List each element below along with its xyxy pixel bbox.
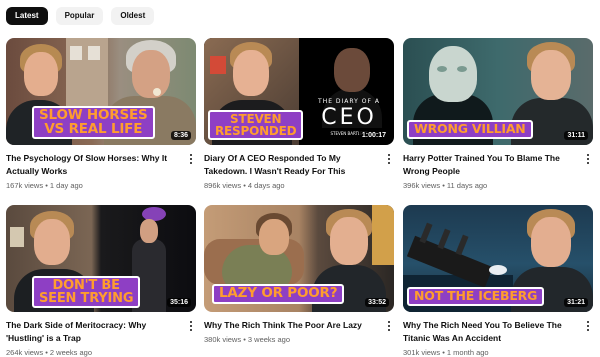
- video-thumbnail[interactable]: SLOW HORSES vs REAL LIFE 8:36: [6, 38, 196, 145]
- video-stats: 264k views • 2 weeks ago: [6, 348, 93, 357]
- sort-filter-chips: Latest Popular Oldest: [6, 7, 155, 25]
- video-card[interactable]: SLOW HORSES vs REAL LIFE 8:36 The Psycho…: [6, 38, 196, 190]
- chip-latest[interactable]: Latest: [6, 7, 48, 25]
- video-thumbnail[interactable]: NOT THE ICEBERG 31:21: [403, 205, 593, 312]
- thumbnail-caption: NOT THE ICEBERG: [407, 287, 545, 306]
- more-options-icon[interactable]: [583, 152, 593, 166]
- video-stats: 396k views • 11 days ago: [403, 181, 488, 190]
- video-title[interactable]: Why The Rich Need You To Believe The Tit…: [403, 319, 577, 345]
- video-stats: 896k views • 4 days ago: [204, 181, 285, 190]
- video-title[interactable]: The Dark Side of Meritocracy: Why 'Hustl…: [6, 319, 180, 345]
- video-duration: 33:52: [365, 298, 389, 307]
- video-duration: 1:00:17: [358, 131, 389, 140]
- video-card[interactable]: LAZY OR POOR? 33:52 Why The Rich Think T…: [204, 205, 394, 344]
- video-stats: 301k views • 1 month ago: [403, 348, 489, 357]
- video-thumbnail[interactable]: WRONG VILLIAN 31:11: [403, 38, 593, 145]
- video-title[interactable]: Harry Potter Trained You To Blame The Wr…: [403, 152, 577, 178]
- thumbnail-overlay-text: THE DIARY OF A: [318, 98, 380, 105]
- video-card[interactable]: DON'T BE SEEN TRYING 35:16 The Dark Side…: [6, 205, 196, 357]
- video-stats: 380k views • 3 weeks ago: [204, 335, 291, 344]
- video-duration: 8:36: [170, 131, 191, 140]
- more-options-icon[interactable]: [583, 319, 593, 333]
- video-thumbnail[interactable]: DON'T BE SEEN TRYING 35:16: [6, 205, 196, 312]
- thumbnail-caption: WRONG VILLIAN: [407, 120, 533, 139]
- chip-oldest[interactable]: Oldest: [111, 7, 155, 25]
- thumbnail-caption: LAZY OR POOR?: [212, 284, 345, 304]
- video-card[interactable]: THE DIARY OF A CEO STEVEN BARTLETT STEVE…: [204, 38, 394, 190]
- video-title[interactable]: Why The Rich Think The Poor Are Lazy: [204, 319, 378, 332]
- video-card[interactable]: WRONG VILLIAN 31:11 Harry Potter Trained…: [403, 38, 593, 190]
- video-duration: 31:11: [564, 131, 588, 140]
- more-options-icon[interactable]: [186, 152, 196, 166]
- thumbnail-overlay-text: CEO: [321, 105, 377, 130]
- more-options-icon[interactable]: [186, 319, 196, 333]
- video-thumbnail[interactable]: LAZY OR POOR? 33:52: [204, 205, 394, 312]
- video-card[interactable]: NOT THE ICEBERG 31:21 Why The Rich Need …: [403, 205, 593, 357]
- video-duration: 35:16: [167, 298, 191, 307]
- more-options-icon[interactable]: [384, 152, 394, 166]
- thumbnail-caption: SLOW HORSES vs REAL LIFE: [32, 106, 155, 139]
- thumbnail-caption: DON'T BE SEEN TRYING: [32, 276, 141, 308]
- video-duration: 31:21: [564, 298, 588, 307]
- thumbnail-caption: STEVEN RESPONDED: [208, 110, 304, 140]
- video-thumbnail[interactable]: THE DIARY OF A CEO STEVEN BARTLETT STEVE…: [204, 38, 394, 145]
- video-stats: 167k views • 1 day ago: [6, 181, 83, 190]
- video-title[interactable]: Diary Of A CEO Responded To My Takedown.…: [204, 152, 378, 178]
- more-options-icon[interactable]: [384, 319, 394, 333]
- video-title[interactable]: The Psychology Of Slow Horses: Why It Ac…: [6, 152, 180, 178]
- chip-popular[interactable]: Popular: [55, 7, 104, 25]
